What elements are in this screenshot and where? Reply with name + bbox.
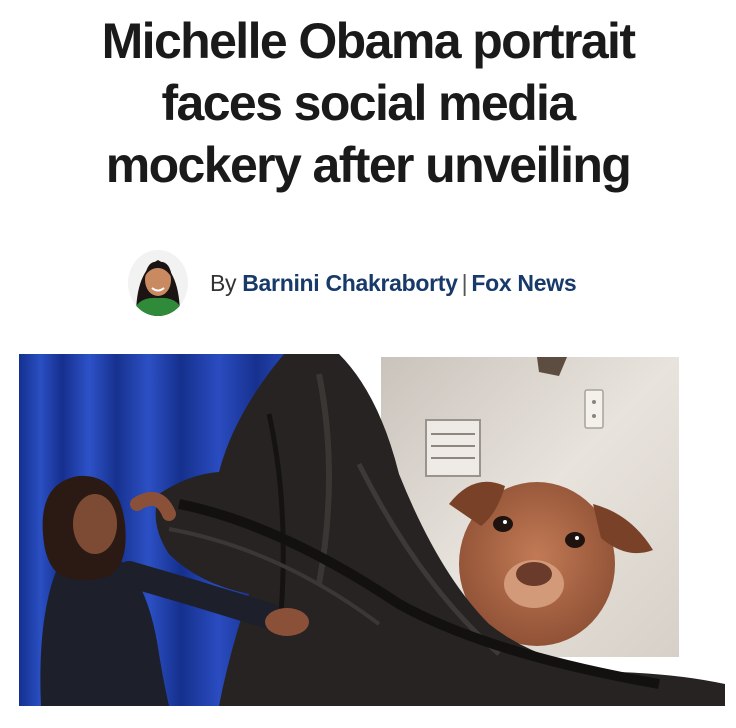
headline-line-3: mockery after unveiling xyxy=(105,137,632,193)
article-headline: Michelle Obama portrait faces social med… xyxy=(0,10,736,196)
author-avatar[interactable] xyxy=(128,250,188,316)
headline-line-2: faces social media xyxy=(161,75,576,131)
meme-image xyxy=(19,354,725,706)
author-link[interactable]: Barnini Chakraborty xyxy=(242,270,458,296)
byline-prefix: By xyxy=(210,269,237,296)
headline-line-1: Michelle Obama portrait xyxy=(101,13,636,69)
byline-text: By Barnini Chakraborty | Fox News xyxy=(210,269,577,297)
byline: By Barnini Chakraborty | Fox News xyxy=(128,248,577,318)
outlet-link[interactable]: Fox News xyxy=(471,270,576,296)
byline-separator: | xyxy=(461,269,468,296)
